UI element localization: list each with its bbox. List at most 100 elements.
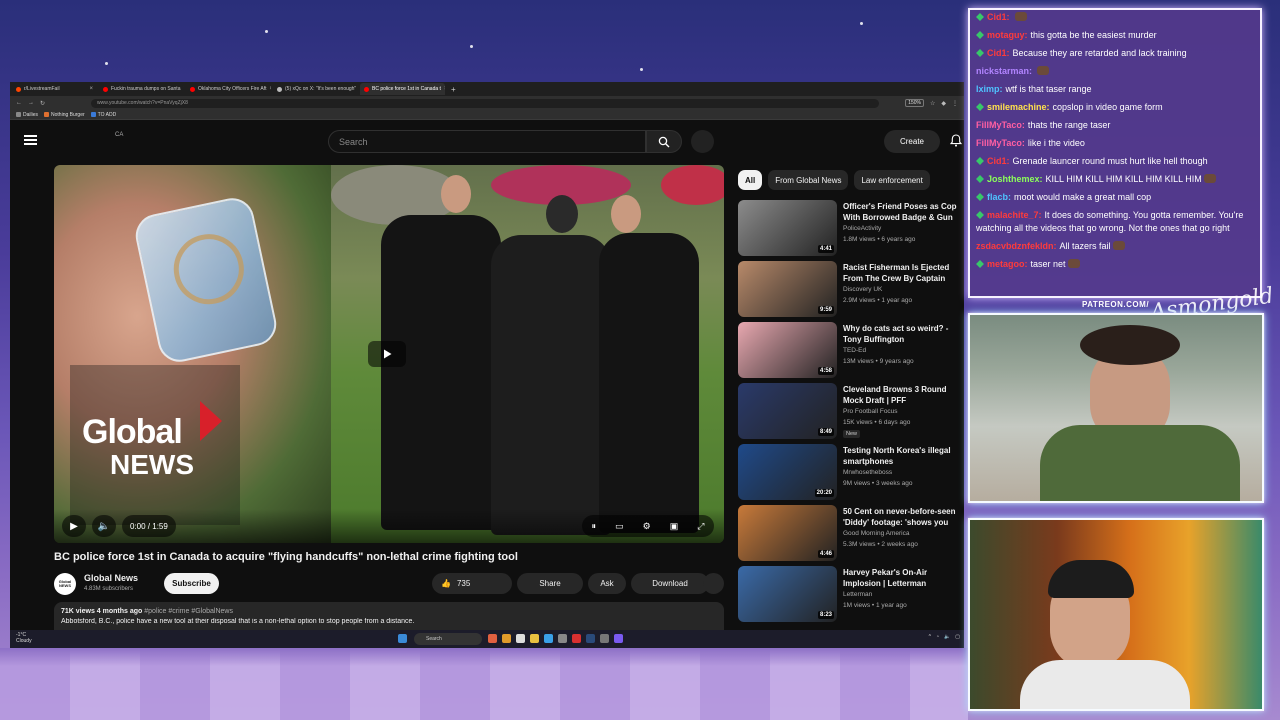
app-icon[interactable]: [544, 634, 553, 643]
create-button[interactable]: Create: [884, 130, 940, 153]
video-thumbnail[interactable]: 4:58: [738, 322, 837, 378]
chat-username[interactable]: motaguy:: [987, 30, 1028, 40]
recommended-channel[interactable]: Mrwhosetheboss: [843, 469, 892, 476]
app-icon[interactable]: [600, 634, 609, 643]
chat-username[interactable]: smilemachine:: [987, 102, 1050, 112]
url-field[interactable]: www.youtube.com/watch?v=PnaVyqZjX8: [91, 98, 880, 108]
chat-username[interactable]: metagoo:: [987, 259, 1028, 269]
search-input[interactable]: Search: [328, 130, 646, 153]
hamburger-menu-icon[interactable]: [24, 135, 37, 145]
miniplayer-icon[interactable]: ▣: [670, 521, 679, 532]
fullscreen-icon[interactable]: ⤢: [697, 521, 704, 532]
bookmark-item[interactable]: TO ADD: [90, 112, 116, 118]
app-icon[interactable]: [558, 634, 567, 643]
reload-icon[interactable]: ↻: [40, 100, 45, 107]
voice-search-button[interactable]: [691, 130, 714, 153]
chat-username[interactable]: malachite_7:: [987, 210, 1042, 220]
video-thumbnail[interactable]: 20:20: [738, 444, 837, 500]
more-actions-button[interactable]: [703, 573, 724, 594]
close-tab-icon[interactable]: ×: [270, 86, 271, 92]
recommended-video[interactable]: 20:20 Testing North Korea's illegal smart…: [738, 444, 964, 500]
close-tab-icon[interactable]: ×: [89, 86, 93, 92]
chevron-up-icon[interactable]: ^: [929, 634, 931, 640]
recommended-video[interactable]: 4:46 50 Cent on never-before-seen 'Diddy'…: [738, 505, 964, 561]
video-thumbnail[interactable]: 9:59: [738, 261, 837, 317]
bookmark-item[interactable]: Dailies: [16, 112, 38, 118]
subscribe-button[interactable]: Subscribe: [164, 573, 219, 594]
recommended-title[interactable]: Why do cats act so weird? - Tony Buffing…: [843, 323, 964, 345]
recommended-video[interactable]: 8:49 Cleveland Browns 3 Round Mock Draft …: [738, 383, 964, 439]
search-button[interactable]: [646, 130, 682, 153]
recommended-title[interactable]: Officer's Friend Poses as Cop With Borro…: [843, 201, 964, 223]
chat-username[interactable]: Cid1:: [987, 48, 1010, 58]
zoom-indicator[interactable]: 150%: [905, 99, 924, 107]
chat-username[interactable]: FillMyTaco:: [976, 138, 1025, 148]
play-icon[interactable]: ▶: [62, 515, 86, 537]
recommended-video[interactable]: 9:59 Racist Fisherman Is Ejected From The…: [738, 261, 964, 317]
filter-chip[interactable]: Law enforcement: [854, 170, 930, 190]
video-player[interactable]: Global NEWS ▶ 🔈 0:00 / 1:59 ⏸ ▭ ⚙ ▣ ⤢: [54, 165, 724, 543]
recommended-title[interactable]: Cleveland Browns 3 Round Mock Draft | PF…: [843, 384, 964, 406]
recommended-title[interactable]: Testing North Korea's illegal smartphone…: [843, 445, 964, 467]
chat-username[interactable]: flacb:: [987, 192, 1011, 202]
firefox-icon[interactable]: [502, 634, 511, 643]
forward-icon[interactable]: →: [28, 100, 34, 106]
play-overlay-button[interactable]: [368, 341, 406, 367]
chat-username[interactable]: zsdacvbdznfekldn:: [976, 241, 1057, 251]
like-button[interactable]: 👍 735: [432, 573, 512, 594]
extensions-icon[interactable]: ◆: [941, 100, 946, 107]
chrome-icon[interactable]: [572, 634, 581, 643]
wifi-icon[interactable]: ◔: [936, 634, 939, 640]
download-button[interactable]: Download: [631, 573, 709, 594]
close-tab-icon[interactable]: ×: [444, 86, 445, 92]
taskbar-search[interactable]: Search: [414, 633, 482, 645]
bookmark-item[interactable]: Nothing Burger: [44, 112, 85, 118]
recommended-video[interactable]: 4:58 Why do cats act so weird? - Tony Buf…: [738, 322, 964, 378]
new-tab-icon[interactable]: +: [447, 85, 460, 94]
settings-gear-icon[interactable]: ⚙: [643, 521, 651, 532]
video-thumbnail[interactable]: 4:41: [738, 200, 837, 256]
chat-username[interactable]: Joshthemex:: [987, 174, 1043, 184]
recommended-channel[interactable]: Good Morning America: [843, 530, 909, 537]
browser-tab[interactable]: BC police force 1st in Canada t×: [360, 83, 445, 95]
filter-chip[interactable]: From Global News: [768, 170, 849, 190]
start-icon[interactable]: [398, 634, 407, 643]
weather-widget[interactable]: -1°C Cloudy: [16, 632, 32, 644]
back-icon[interactable]: ←: [16, 100, 22, 106]
recommended-channel[interactable]: Discovery UK: [843, 286, 882, 293]
recommended-video[interactable]: 8:23 Harvey Pekar's On-Air Implosion | Le…: [738, 566, 964, 622]
channel-avatar[interactable]: Global NEWS: [54, 573, 76, 595]
hashtags[interactable]: #police #crime #GlobalNews: [144, 608, 233, 615]
close-tab-icon[interactable]: ×: [183, 86, 184, 92]
ask-button[interactable]: Ask: [588, 573, 626, 594]
folder-icon[interactable]: [530, 634, 539, 643]
star-icon[interactable]: ☆: [930, 100, 935, 107]
share-button[interactable]: Share: [517, 573, 583, 594]
speaker-icon[interactable]: 🔈: [944, 634, 950, 640]
recommended-title[interactable]: Racist Fisherman Is Ejected From The Cre…: [843, 262, 964, 284]
app-icon[interactable]: [488, 634, 497, 643]
video-thumbnail[interactable]: 8:23: [738, 566, 837, 622]
browser-tab[interactable]: Oklahoma City Officers Fire Aft×: [186, 83, 271, 95]
video-thumbnail[interactable]: 4:46: [738, 505, 837, 561]
menu-icon[interactable]: ⋮: [952, 100, 958, 107]
recommended-title[interactable]: Harvey Pekar's On-Air Implosion | Letter…: [843, 567, 964, 589]
discord-icon[interactable]: [614, 634, 623, 643]
app-icon[interactable]: [516, 634, 525, 643]
steam-icon[interactable]: [586, 634, 595, 643]
recommended-channel[interactable]: TED-Ed: [843, 347, 866, 354]
recommended-title[interactable]: 50 Cent on never-before-seen 'Diddy' foo…: [843, 506, 964, 528]
channel-name[interactable]: Global News: [84, 573, 138, 583]
chat-username[interactable]: nickstarman:: [976, 66, 1032, 76]
pause-toggle-icon[interactable]: ⏸: [592, 521, 597, 532]
recommended-channel[interactable]: Letterman: [843, 591, 872, 598]
chat-username[interactable]: Cid1:: [987, 156, 1010, 166]
video-thumbnail[interactable]: 8:49: [738, 383, 837, 439]
recommended-channel[interactable]: Pro Football Focus: [843, 408, 898, 415]
volume-icon[interactable]: 🔈: [92, 515, 116, 537]
recommended-video[interactable]: 4:41 Officer's Friend Poses as Cop With B…: [738, 200, 964, 256]
captions-icon[interactable]: ▭: [615, 521, 624, 532]
chat-username[interactable]: FillMyTaco:: [976, 120, 1025, 130]
browser-tab[interactable]: r/LivestreamFail ×: [12, 83, 97, 95]
notification-icon[interactable]: ▢: [955, 634, 960, 640]
